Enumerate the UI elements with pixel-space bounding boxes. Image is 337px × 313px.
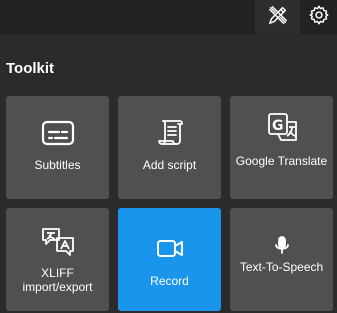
add-script-tile[interactable]: Add script (118, 96, 221, 199)
video-camera-icon (118, 234, 221, 264)
google-translate-icon: G (230, 112, 333, 142)
subtitles-icon (6, 118, 109, 148)
record-tile[interactable]: Record (118, 208, 221, 311)
text-to-speech-tile[interactable]: Text-To-Speech (230, 208, 333, 311)
settings-button[interactable] (300, 0, 337, 34)
pencil-cross-icon (267, 4, 289, 31)
add-script-label: Add script (142, 158, 197, 172)
svg-text:G: G (272, 118, 284, 134)
translate-chat-icon (6, 226, 109, 256)
google-translate-label: Google Translate (235, 154, 328, 168)
script-scroll-icon (118, 118, 221, 148)
gear-icon (308, 4, 330, 31)
xliff-import-export-label: XLIFF import/export (22, 266, 93, 294)
google-translate-tile[interactable]: G Google Translate (230, 96, 333, 199)
xliff-import-export-tile[interactable]: XLIFF import/export (6, 208, 109, 311)
subtitles-tile[interactable]: Subtitles (6, 96, 109, 199)
subtitles-label: Subtitles (34, 158, 81, 172)
toolkit-heading: Toolkit (6, 60, 55, 77)
record-label: Record (150, 274, 189, 288)
top-toolbar (0, 0, 337, 34)
text-to-speech-label: Text-To-Speech (239, 260, 324, 274)
tools-tab-button[interactable] (255, 0, 300, 34)
